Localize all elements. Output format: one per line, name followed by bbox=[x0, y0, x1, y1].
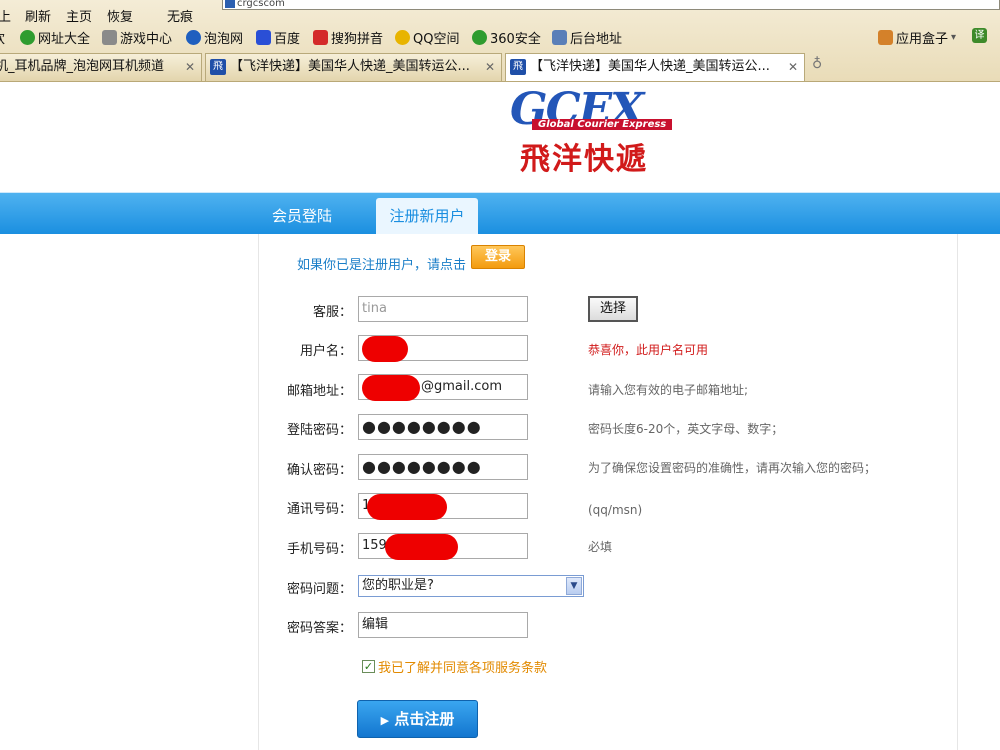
globe-icon bbox=[20, 30, 35, 45]
nav-bar: 会员登陆 bbox=[0, 192, 1000, 234]
login-prompt: 如果你已是注册用户，请点击 bbox=[297, 258, 467, 273]
phone-label: 通讯号码： bbox=[286, 502, 352, 517]
star-icon bbox=[395, 30, 410, 45]
site-favicon bbox=[225, 0, 235, 8]
tab-title: 【飞洋快递】美国华人快递_美国转运公... bbox=[230, 59, 470, 74]
fav-item-1[interactable]: 游戏中心 bbox=[102, 28, 172, 47]
app-box-label: 应用盒子 bbox=[896, 32, 949, 47]
fav-label: 百度 bbox=[274, 32, 301, 47]
username-hint: 恭喜你，此用户名可用 bbox=[588, 343, 709, 357]
tab-title: 【飞洋快递】美国华人快递_美国转运公... bbox=[530, 59, 770, 74]
close-icon[interactable]: ✕ bbox=[788, 54, 798, 80]
browser-tab-1[interactable]: 机_耳机品牌_泡泡网耳机频道 ✕ bbox=[0, 53, 202, 81]
tab-bar: 机_耳机品牌_泡泡网耳机频道 ✕ 飛 【飞洋快递】美国华人快递_美国转运公...… bbox=[0, 51, 1000, 82]
address-text: crgcscom bbox=[237, 0, 285, 9]
register-submit-label: 点击注册 bbox=[394, 710, 455, 728]
terms-agreement: ✓ 我已了解并同意各项服务条款 bbox=[362, 657, 547, 676]
chevron-down-icon[interactable]: ▼ bbox=[566, 577, 582, 595]
password-label: 登陆密码： bbox=[286, 423, 352, 438]
answer-input[interactable]: 编辑 bbox=[358, 612, 528, 638]
bubble-icon bbox=[186, 30, 201, 45]
shield-icon bbox=[472, 30, 487, 45]
menu-item-home[interactable]: 主页 bbox=[66, 6, 92, 25]
address-bar[interactable]: crgcscom bbox=[222, 0, 1000, 10]
browser-tab-2[interactable]: 飛 【飞洋快递】美国华人快递_美国转运公... ✕ bbox=[205, 53, 502, 81]
page-icon bbox=[552, 30, 567, 45]
browser-chrome: 上 刷新 主页 恢复 无痕 crgcscom 欢 网址大全 游戏中心 泡泡网 百… bbox=[0, 0, 1000, 82]
fav-label: 游戏中心 bbox=[120, 32, 173, 47]
fav-label: QQ空间 bbox=[413, 32, 460, 47]
fav-item-4[interactable]: 搜狗拼音 bbox=[313, 28, 383, 47]
translate-icon: 译 bbox=[972, 28, 987, 43]
fav-label: 网址大全 bbox=[38, 32, 91, 47]
fav-item-2[interactable]: 泡泡网 bbox=[186, 28, 243, 47]
new-tab-icon[interactable]: ♁ bbox=[812, 56, 830, 76]
menu-item-up[interactable]: 上 bbox=[0, 6, 11, 25]
fav-label: 泡泡网 bbox=[204, 32, 244, 47]
fav-label: 360安全 bbox=[490, 32, 541, 47]
sogou-icon bbox=[313, 30, 328, 45]
fav-item-7[interactable]: 后台地址 bbox=[552, 28, 622, 47]
security-question-select[interactable]: 您的职业是? ▼ bbox=[358, 575, 584, 597]
fav-arrow[interactable]: 欢 bbox=[0, 28, 5, 47]
chevron-down-icon: ▾ bbox=[951, 32, 957, 43]
gamepad-icon bbox=[102, 30, 117, 45]
confirm-password-label: 确认密码： bbox=[286, 463, 352, 478]
confirm-password-hint: 为了确保您设置密码的准确性，请再次输入您的密码； bbox=[588, 461, 877, 475]
tab-register[interactable]: 注册新用户 bbox=[376, 198, 478, 234]
service-label: 客服： bbox=[312, 305, 352, 320]
paw-icon bbox=[256, 30, 271, 45]
security-question-value: 您的职业是? bbox=[362, 578, 434, 593]
close-icon[interactable]: ✕ bbox=[185, 54, 195, 80]
username-label: 用户名： bbox=[299, 344, 352, 359]
tab-favicon: 飛 bbox=[510, 59, 526, 75]
phone-hint: (qq/msn) bbox=[588, 503, 643, 517]
redaction-mark bbox=[367, 494, 447, 520]
tab-title: 机_耳机品牌_泡泡网耳机频道 bbox=[0, 59, 165, 74]
menu-item-refresh[interactable]: 刷新 bbox=[25, 6, 51, 25]
browser-tab-3[interactable]: 飛 【飞洋快递】美国华人快递_美国转运公... ✕ bbox=[505, 53, 805, 81]
question-label: 密码问题： bbox=[286, 582, 352, 597]
menu-item-restore[interactable]: 恢复 bbox=[107, 6, 133, 25]
mobile-hint: 必填 bbox=[588, 540, 613, 554]
fav-item-5[interactable]: QQ空间 bbox=[395, 28, 459, 47]
select-service-button[interactable]: 选择 bbox=[588, 296, 638, 322]
fav-item-3[interactable]: 百度 bbox=[256, 28, 300, 47]
fav-label: 后台地址 bbox=[570, 32, 623, 47]
favorites-bar: 欢 网址大全 游戏中心 泡泡网 百度 搜狗拼音 QQ空间 360安全 bbox=[0, 26, 1000, 50]
answer-label: 密码答案： bbox=[286, 621, 352, 636]
menu-item-incognito[interactable]: 无痕 bbox=[167, 6, 193, 25]
tab-favicon: 飛 bbox=[210, 59, 226, 75]
redaction-mark bbox=[362, 336, 408, 362]
play-arrow-icon: ▶ bbox=[380, 714, 390, 727]
close-icon[interactable]: ✕ bbox=[485, 54, 495, 80]
app-box-button[interactable]: 应用盒子 ▾ bbox=[878, 28, 956, 47]
password-input[interactable]: ●●●●●●●● bbox=[358, 414, 528, 440]
email-hint: 请输入您有效的电子邮箱地址; bbox=[588, 383, 749, 397]
gcex-logo: GCEX Global Courier Express 飛洋快遞 bbox=[510, 84, 710, 177]
fav-item-0[interactable]: 网址大全 bbox=[20, 28, 90, 47]
confirm-password-input[interactable]: ●●●●●●●● bbox=[358, 454, 528, 480]
logo-tagline: Global Courier Express bbox=[532, 119, 673, 130]
register-submit-button[interactable]: ▶ 点击注册 bbox=[357, 700, 478, 738]
fav-item-6[interactable]: 360安全 bbox=[472, 28, 541, 47]
redaction-mark bbox=[385, 534, 458, 560]
mobile-label: 手机号码： bbox=[286, 542, 352, 557]
password-hint: 密码长度6-20个，英文字母、数字； bbox=[588, 422, 784, 436]
login-button[interactable]: 登录 bbox=[471, 245, 525, 269]
terms-checkbox[interactable]: ✓ bbox=[362, 660, 375, 673]
fav-label: 搜狗拼音 bbox=[331, 32, 384, 47]
logo-cn-name: 飛洋快遞 bbox=[520, 142, 648, 177]
redaction-mark bbox=[362, 375, 420, 401]
translate-button[interactable]: 译 bbox=[972, 28, 987, 43]
tab-member-login[interactable]: 会员登陆 bbox=[272, 205, 332, 226]
email-label: 邮箱地址： bbox=[286, 384, 352, 399]
service-input[interactable]: tina bbox=[358, 296, 528, 322]
terms-label: 我已了解并同意各项服务条款 bbox=[378, 661, 548, 676]
app-box-icon bbox=[878, 30, 893, 45]
